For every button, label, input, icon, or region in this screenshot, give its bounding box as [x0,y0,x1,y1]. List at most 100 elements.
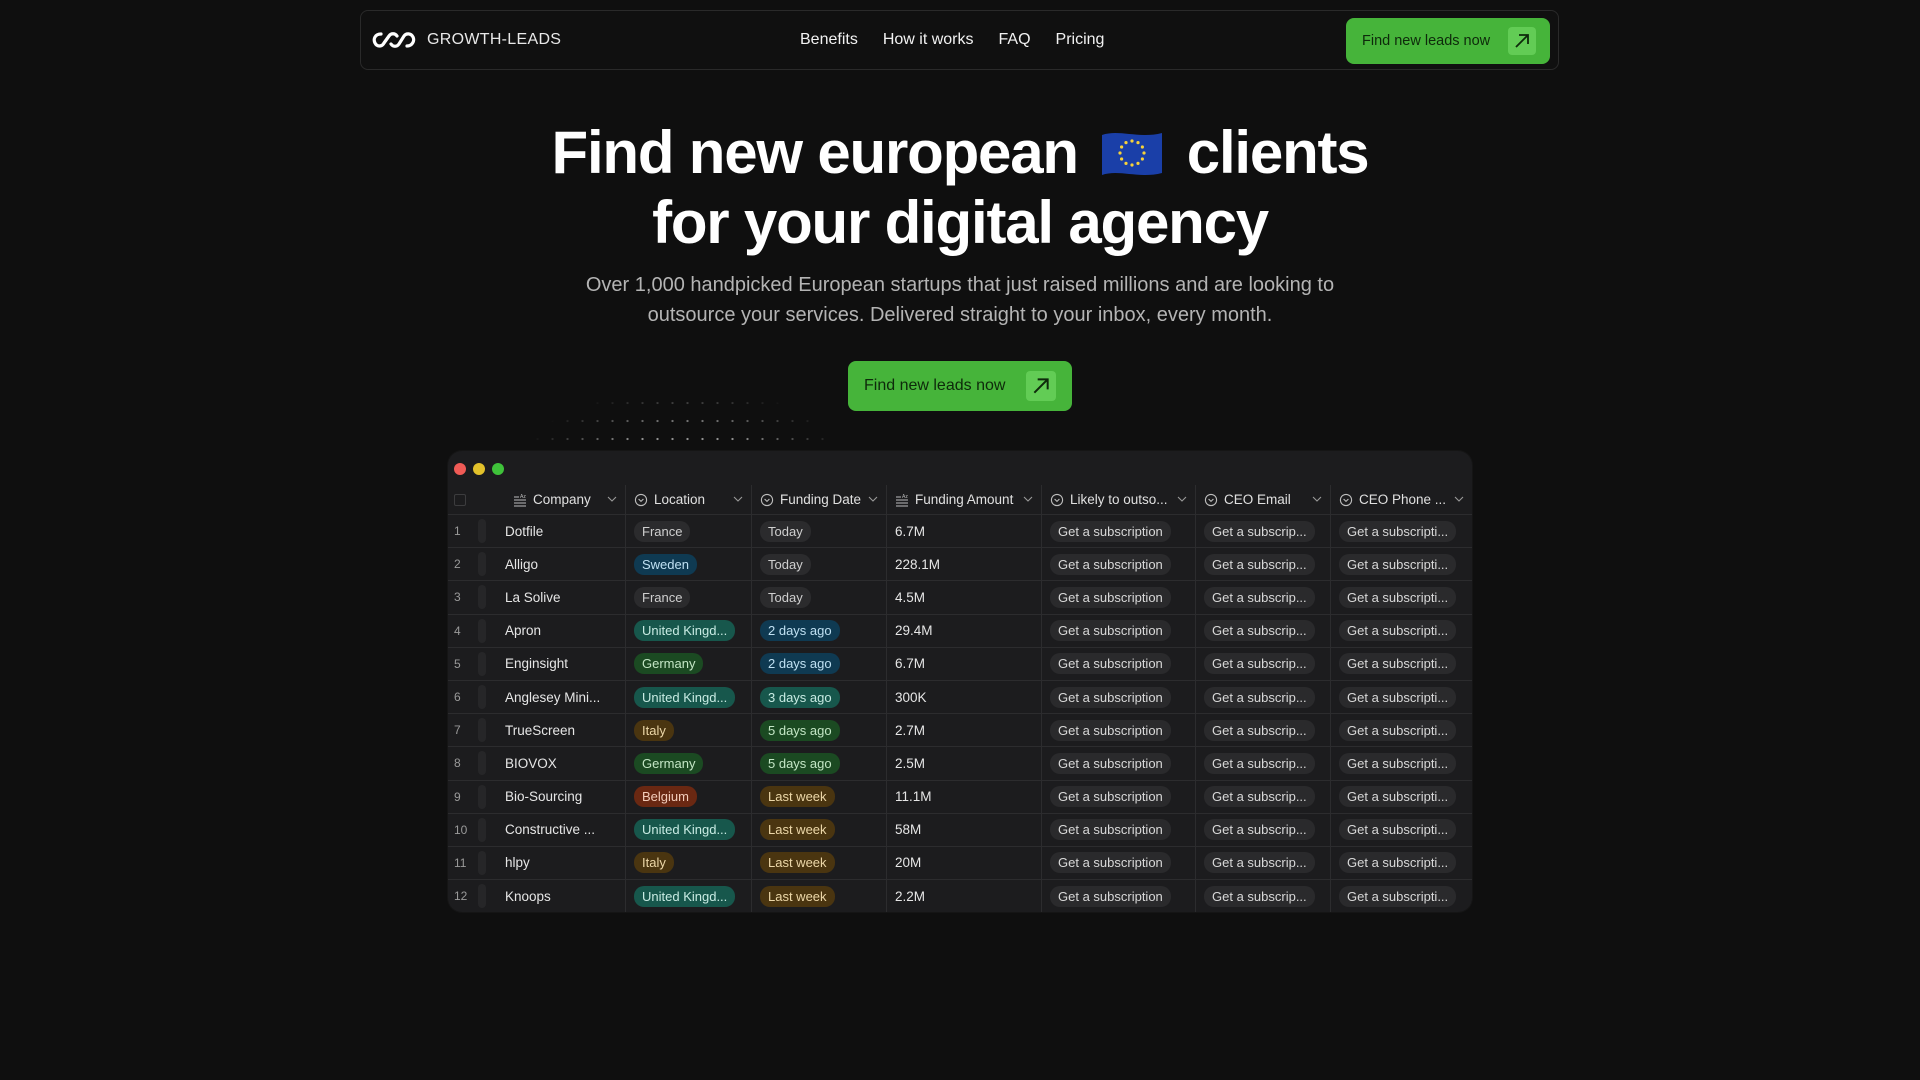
get-subscription-button[interactable]: Get a subscrip... [1204,852,1315,874]
company-cell[interactable]: Apron [505,614,626,647]
get-subscription-button[interactable]: Get a subscription [1050,786,1171,808]
location-cell[interactable]: United Kingd... [626,614,752,647]
row-drag-handle[interactable] [478,817,486,842]
funding-date-cell[interactable]: Last week [752,780,887,813]
get-subscription-button[interactable]: Get a subscripti... [1339,885,1457,907]
row-drag-handle[interactable] [478,850,486,875]
get-subscription-button[interactable]: Get a subscription [1050,719,1171,741]
get-subscription-button[interactable]: Get a subscription [1050,885,1171,907]
row-drag-handle[interactable] [478,618,486,643]
location-cell[interactable]: United Kingd... [626,680,752,714]
get-subscription-button[interactable]: Get a subscription [1050,852,1171,874]
funding-amount-cell[interactable]: 58M [887,813,1042,846]
get-subscription-button[interactable]: Get a subscrip... [1204,786,1315,808]
funding-amount-cell[interactable]: 228.1M [887,548,1042,581]
table-row[interactable]: 11 hlpy Italy Last week 20M Get a subscr… [448,846,1472,881]
funding-date-cell[interactable]: Today [752,548,887,581]
get-subscription-button[interactable]: Get a subscrip... [1204,719,1315,741]
get-subscription-button[interactable]: Get a subscrip... [1204,686,1315,708]
get-subscription-button[interactable]: Get a subscription [1050,553,1171,575]
nav-link-benefits[interactable]: Benefits [800,31,858,49]
table-row[interactable]: 7 TrueScreen Italy 5 days ago 2.7M Get a… [448,714,1472,748]
funding-amount-cell[interactable]: 4.5M [887,581,1042,614]
get-subscription-button[interactable]: Get a subscrip... [1204,553,1315,575]
chevron-down-icon[interactable] [733,494,743,504]
company-cell[interactable]: Knoops [505,880,626,912]
get-subscription-button[interactable]: Get a subscripti... [1339,653,1457,675]
get-subscription-button[interactable]: Get a subscripti... [1339,586,1457,608]
column-header-likely-to-outsource[interactable]: Likely to outso... [1042,485,1196,514]
minimize-window-dot-icon[interactable] [473,463,485,475]
funding-date-cell[interactable]: Today [752,581,887,614]
get-subscription-button[interactable]: Get a subscripti... [1339,686,1457,708]
column-header-ceo-email[interactable]: CEO Email [1196,485,1331,514]
location-cell[interactable]: United Kingd... [626,813,752,846]
select-all-checkbox[interactable] [454,493,466,506]
close-window-dot-icon[interactable] [454,463,466,475]
location-cell[interactable]: Italy [626,714,752,747]
funding-amount-cell[interactable]: 2.5M [887,747,1042,780]
funding-date-cell[interactable]: 2 days ago [752,647,887,680]
brand[interactable]: GROWTH-LEADS [371,11,561,69]
get-subscription-button[interactable]: Get a subscripti... [1339,620,1457,642]
get-subscription-button[interactable]: Get a subscription [1050,752,1171,774]
row-drag-handle[interactable] [478,585,486,610]
get-subscription-button[interactable]: Get a subscrip... [1204,586,1315,608]
column-header-ceo-phone[interactable]: CEO Phone ... [1331,485,1472,514]
table-row[interactable]: 2 Alligo Sweden Today 228.1M Get a subsc… [448,548,1472,582]
column-header-funding-amount[interactable]: Az Funding Amount [887,485,1042,514]
hero-find-leads-button[interactable]: Find new leads now [848,361,1072,411]
funding-date-cell[interactable]: Last week [752,846,887,880]
chevron-down-icon[interactable] [1023,494,1033,504]
location-cell[interactable]: Germany [626,647,752,680]
get-subscription-button[interactable]: Get a subscription [1050,586,1171,608]
get-subscription-button[interactable]: Get a subscripti... [1339,819,1457,841]
get-subscription-button[interactable]: Get a subscription [1050,653,1171,675]
table-row[interactable]: 12 Knoops United Kingd... Last week 2.2M… [448,880,1472,912]
funding-amount-cell[interactable]: 11.1M [887,780,1042,813]
location-cell[interactable]: Germany [626,747,752,780]
funding-date-cell[interactable]: 5 days ago [752,714,887,747]
nav-link-how-it-works[interactable]: How it works [883,31,974,49]
funding-date-cell[interactable]: Last week [752,880,887,912]
column-header-company[interactable]: Az Company [505,485,626,514]
funding-amount-cell[interactable]: 300K [887,680,1042,714]
company-cell[interactable]: Alligo [505,548,626,581]
table-row[interactable]: 1 Dotfile France Today 6.7M Get a subscr… [448,515,1472,549]
column-header-funding-date[interactable]: Funding Date [752,485,887,514]
get-subscription-button[interactable]: Get a subscription [1050,620,1171,642]
table-row[interactable]: 9 Bio-Sourcing Belgium Last week 11.1M G… [448,780,1472,814]
location-cell[interactable]: Sweden [626,548,752,581]
company-cell[interactable]: hlpy [505,846,626,880]
location-cell[interactable]: France [626,515,752,548]
column-header-location[interactable]: Location [626,485,752,514]
company-cell[interactable]: Bio-Sourcing [505,780,626,813]
company-cell[interactable]: Enginsight [505,647,626,680]
row-drag-handle[interactable] [478,751,486,776]
row-drag-handle[interactable] [478,685,486,710]
funding-date-cell[interactable]: 5 days ago [752,747,887,780]
chevron-down-icon[interactable] [868,494,878,504]
location-cell[interactable]: Italy [626,846,752,880]
company-cell[interactable]: Anglesey Mini... [505,680,626,714]
row-drag-handle[interactable] [478,651,486,676]
funding-amount-cell[interactable]: 29.4M [887,614,1042,647]
chevron-down-icon[interactable] [1312,494,1322,504]
table-row[interactable]: 5 Enginsight Germany 2 days ago 6.7M Get… [448,647,1472,681]
row-drag-handle[interactable] [478,519,486,544]
row-drag-handle[interactable] [478,552,486,577]
get-subscription-button[interactable]: Get a subscripti... [1339,520,1457,542]
get-subscription-button[interactable]: Get a subscrip... [1204,520,1315,542]
company-cell[interactable]: Dotfile [505,515,626,548]
maximize-window-dot-icon[interactable] [492,463,504,475]
table-row[interactable]: 6 Anglesey Mini... United Kingd... 3 day… [448,680,1472,715]
nav-link-faq[interactable]: FAQ [999,31,1031,49]
chevron-down-icon[interactable] [607,494,617,504]
get-subscription-button[interactable]: Get a subscripti... [1339,752,1457,774]
chevron-down-icon[interactable] [1177,494,1187,504]
location-cell[interactable]: Belgium [626,780,752,813]
company-cell[interactable]: La Solive [505,581,626,614]
funding-amount-cell[interactable]: 2.2M [887,880,1042,912]
company-cell[interactable]: TrueScreen [505,714,626,747]
funding-amount-cell[interactable]: 2.7M [887,714,1042,747]
